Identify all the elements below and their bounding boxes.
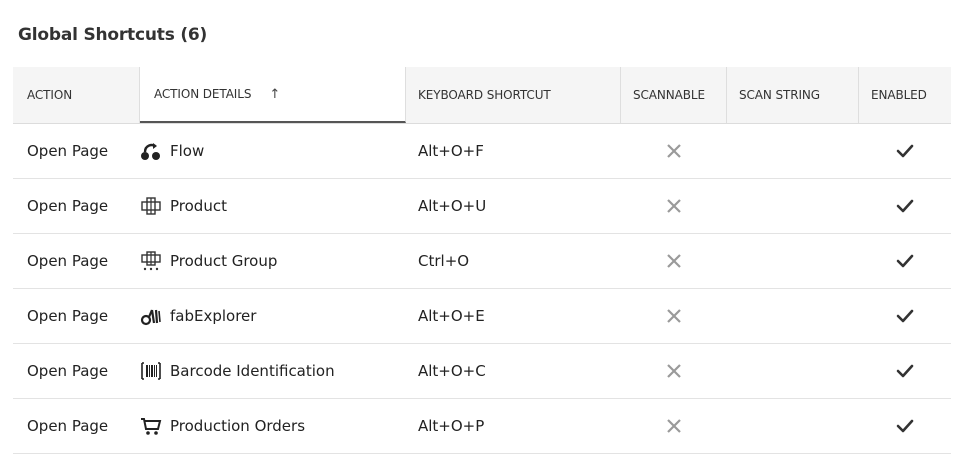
action-details-cell: fabExplorer xyxy=(140,289,406,343)
check-icon xyxy=(896,143,914,159)
table-row[interactable]: Open Page Barcode Identification Alt+O+C xyxy=(13,344,951,399)
cross-icon xyxy=(666,418,682,434)
scan-string-cell xyxy=(727,344,859,398)
check-icon xyxy=(896,308,914,324)
cross-icon xyxy=(666,198,682,214)
check-icon xyxy=(896,198,914,214)
enabled-cell xyxy=(859,179,951,233)
sort-ascending-icon[interactable]: ↑ xyxy=(269,87,280,102)
cross-icon xyxy=(666,143,682,159)
scan-string-cell xyxy=(727,399,859,453)
column-header-keyboard-shortcut[interactable]: KEYBOARD SHORTCUT xyxy=(406,67,621,123)
action-details-label: Barcode Identification xyxy=(170,362,335,380)
cross-icon xyxy=(666,253,682,269)
panel-title: Global Shortcuts (6) xyxy=(18,25,208,45)
column-header-scan-string[interactable]: SCAN STRING xyxy=(727,67,859,123)
action-details-cell: Product xyxy=(140,179,406,233)
cross-icon xyxy=(666,308,682,324)
action-details-label: Flow xyxy=(170,142,205,160)
action-cell: Open Page xyxy=(27,252,109,270)
scan-string-cell xyxy=(727,234,859,288)
action-cell: Open Page xyxy=(27,417,109,435)
action-details-label: Production Orders xyxy=(170,417,306,435)
enabled-cell xyxy=(859,289,951,343)
scan-string-cell xyxy=(727,289,859,343)
scannable-cell xyxy=(621,179,727,233)
scannable-cell xyxy=(621,234,727,288)
table-row[interactable]: Open Page Product Group Ctrl+O xyxy=(13,234,951,289)
column-header-scannable[interactable]: SCANNABLE xyxy=(621,67,727,123)
action-details-label: Product Group xyxy=(170,252,278,270)
column-header-label: ENABLED xyxy=(871,88,927,102)
action-details-label: fabExplorer xyxy=(170,307,257,325)
column-header-label: ACTION xyxy=(27,88,73,102)
keyboard-shortcut-cell: Alt+O+C xyxy=(418,362,486,380)
keyboard-shortcut-cell: Alt+O+E xyxy=(418,307,485,325)
keyboard-shortcut-cell: Alt+O+P xyxy=(418,417,485,435)
column-header-enabled[interactable]: ENABLED xyxy=(859,67,951,123)
cart-icon xyxy=(140,416,162,436)
enabled-cell xyxy=(859,344,951,398)
column-header-label: SCANNABLE xyxy=(633,88,705,102)
flow-icon xyxy=(140,141,162,161)
keyboard-shortcut-cell: Alt+O+U xyxy=(418,197,487,215)
table-row[interactable]: Open Page Flow Alt+O+F xyxy=(13,124,951,179)
column-header-label: SCAN STRING xyxy=(739,88,820,102)
action-details-label: Product xyxy=(170,197,227,215)
check-icon xyxy=(896,418,914,434)
shortcuts-grid: ACTION ACTION DETAILS ↑ KEYBOARD SHORTCU… xyxy=(13,67,951,454)
scannable-cell xyxy=(621,344,727,398)
product-group-icon xyxy=(140,251,162,271)
enabled-cell xyxy=(859,234,951,288)
grid-header-row: ACTION ACTION DETAILS ↑ KEYBOARD SHORTCU… xyxy=(13,67,951,124)
action-details-cell: Barcode Identification xyxy=(140,344,406,398)
column-header-label: ACTION DETAILS xyxy=(154,87,252,101)
check-icon xyxy=(896,253,914,269)
action-cell: Open Page xyxy=(27,197,109,215)
scannable-cell xyxy=(621,289,727,343)
check-icon xyxy=(896,363,914,379)
fab-explorer-icon xyxy=(140,306,162,326)
product-icon xyxy=(140,196,162,216)
table-row[interactable]: Open Page Production Orders Alt+O+P xyxy=(13,399,951,454)
column-header-action-details[interactable]: ACTION DETAILS ↑ xyxy=(140,67,406,123)
action-details-cell: Production Orders xyxy=(140,399,406,453)
action-cell: Open Page xyxy=(27,142,109,160)
action-details-cell: Product Group xyxy=(140,234,406,288)
table-row[interactable]: Open Page fabExplorer Alt+O+E xyxy=(13,289,951,344)
enabled-cell xyxy=(859,399,951,453)
action-cell: Open Page xyxy=(27,307,109,325)
action-cell: Open Page xyxy=(27,362,109,380)
column-header-label: KEYBOARD SHORTCUT xyxy=(418,88,551,102)
scannable-cell xyxy=(621,399,727,453)
keyboard-shortcut-cell: Ctrl+O xyxy=(418,252,470,270)
scannable-cell xyxy=(621,124,727,178)
barcode-icon xyxy=(140,361,162,381)
column-header-action[interactable]: ACTION xyxy=(13,67,140,123)
scan-string-cell xyxy=(727,179,859,233)
keyboard-shortcut-cell: Alt+O+F xyxy=(418,142,484,160)
cross-icon xyxy=(666,363,682,379)
action-details-cell: Flow xyxy=(140,124,406,178)
scan-string-cell xyxy=(727,124,859,178)
enabled-cell xyxy=(859,124,951,178)
table-row[interactable]: Open Page Product Alt+O+U xyxy=(13,179,951,234)
